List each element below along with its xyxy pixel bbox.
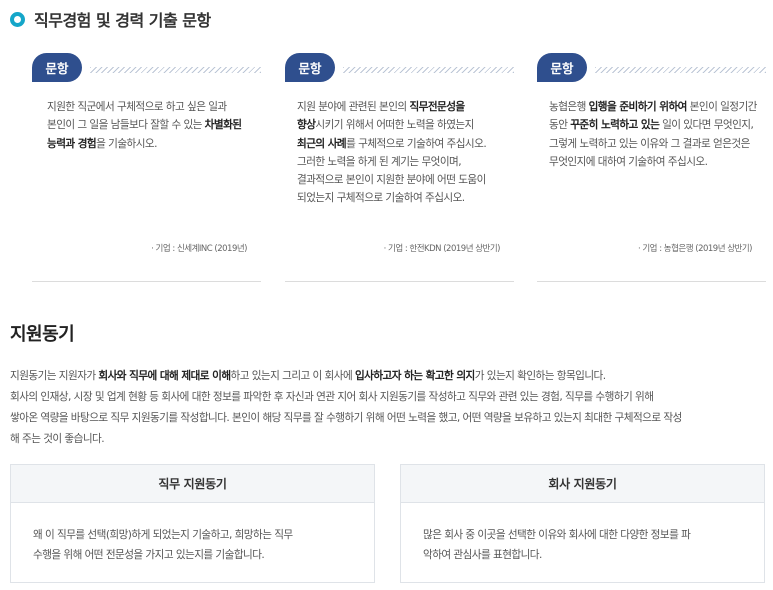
question-card-header: 문항 — [32, 53, 261, 83]
question-label-badge: 문항 — [285, 53, 335, 82]
question-source: · 기업 : 신세계INC (2019년) — [151, 244, 247, 254]
job-motivation-line: 수행을 위해 어떤 전문성을 가지고 있는지를 기술합니다. — [33, 549, 265, 561]
emphasis-text: 회사와 직무에 대해 제대로 이해 — [98, 370, 231, 382]
hatch-divider — [343, 67, 514, 73]
circle-bullet-icon — [10, 11, 25, 27]
emphasis-text: 최근의 사례 — [297, 137, 347, 150]
emphasis-text: 꾸준히 노력하고 있는 — [570, 119, 660, 132]
company-motivation-title: 회사 지원동기 — [401, 465, 764, 503]
emphasis-text: 입사하고자 하는 확고한 의지 — [354, 370, 475, 382]
emphasis-text: 차별화된 능력과 경험 — [47, 119, 242, 150]
section-header: 직무경험 및 경력 기출 문항 — [10, 7, 211, 31]
question-text: 지원한 직군에서 구체적으로 하고 싶은 일과 본인이 그 일을 남들보다 잘할… — [47, 101, 242, 150]
question-label-badge: 문항 — [537, 53, 587, 82]
hatch-divider — [90, 67, 261, 73]
company-motivation-box: 회사 지원동기 많은 회사 중 이곳을 선택한 이유와 회사에 대한 다양한 정… — [400, 464, 765, 583]
question-source: · 기업 : 한전KDN (2019년 상반기) — [383, 244, 501, 254]
emphasis-text: 직무전문성을 향상 — [297, 101, 465, 132]
question-card-header: 문항 — [537, 53, 766, 83]
hatch-divider — [595, 67, 766, 73]
company-motivation-line: 많은 회사 중 이곳을 선택한 이유와 회사에 대한 다양한 정보를 파 — [423, 529, 691, 541]
job-motivation-box: 직무 지원동기 왜 이 직무를 선택(희망)하게 되었는지 기술하고, 희망하는… — [10, 464, 375, 583]
job-motivation-title: 직무 지원동기 — [11, 465, 374, 503]
motivation-title: 지원동기 — [10, 324, 75, 345]
motivation-intro: 지원동기는 지원자가 회사와 직무에 대해 제대로 이해하고 있는지 그리고 이… — [10, 370, 682, 445]
question-source: · 기업 : 농협은행 (2019년 상반기) — [637, 244, 753, 254]
question-card-2: 문항 지원 분야에 관련된 본인의 직무전문성을 향상시키기 위해서 어떠한 노… — [285, 53, 514, 282]
company-motivation-text: 많은 회사 중 이곳을 선택한 이유와 회사에 대한 다양한 정보를 파 악하여… — [401, 503, 764, 565]
section-title: 직무경험 및 경력 기출 문항 — [34, 11, 211, 30]
job-motivation-line: 왜 이 직무를 선택(희망)하게 되었는지 기술하고, 희망하는 직무 — [33, 529, 293, 541]
question-card-header: 문항 — [285, 53, 514, 83]
job-motivation-text: 왜 이 직무를 선택(희망)하게 되었는지 기술하고, 희망하는 직무 수행을 … — [11, 503, 374, 565]
emphasis-text: 입행을 준비하기 위하여 — [588, 101, 688, 113]
question-label-badge: 문항 — [32, 53, 82, 82]
question-card-3: 문항 농협은행 입행을 준비하기 위하여 본인이 일정기간 동안 꾸준히 노력하… — [537, 53, 766, 282]
question-text: 농협은행 입행을 준비하기 위하여 본인이 일정기간 동안 꾸준히 노력하고 있… — [549, 101, 757, 168]
company-motivation-line: 악하여 관심사를 표현합니다. — [423, 549, 542, 561]
question-card-1: 문항 지원한 직군에서 구체적으로 하고 싶은 일과 본인이 그 일을 남들보다… — [32, 53, 261, 282]
question-text: 지원 분야에 관련된 본인의 직무전문성을 향상시키기 위해서 어떠한 노력을 … — [297, 101, 487, 205]
